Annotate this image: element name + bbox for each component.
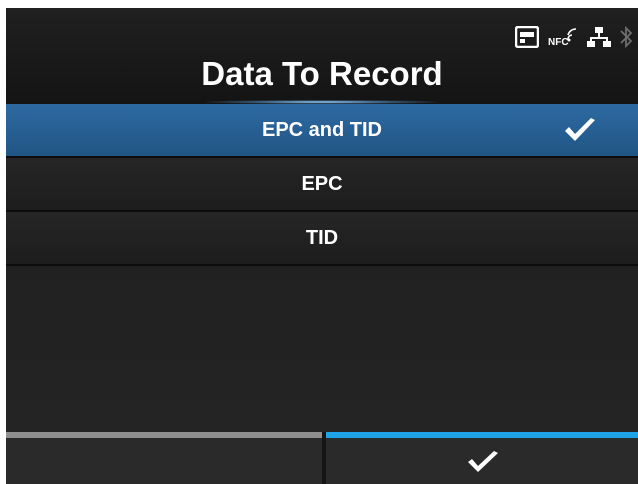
header: NFC Data To Record — [6, 8, 638, 104]
sd-card-icon — [515, 26, 539, 48]
bluetooth-icon — [620, 25, 632, 49]
option-list: EPC and TID EPC TID — [6, 104, 638, 432]
printer-screen: NFC Data To Record EPC and TID EPC TID — [6, 8, 638, 484]
check-icon — [468, 451, 498, 472]
page-title: Data To Record — [201, 55, 443, 92]
option-tid[interactable]: TID — [6, 212, 638, 266]
option-label: EPC — [301, 173, 343, 195]
option-label: EPC and TID — [261, 119, 382, 141]
nfc-icon: NFC — [548, 27, 578, 47]
option-label: TID — [305, 227, 339, 249]
option-epc[interactable]: EPC — [6, 158, 638, 212]
confirm-button[interactable] — [326, 432, 638, 484]
check-icon — [565, 118, 595, 141]
footer-left-button[interactable] — [6, 432, 322, 484]
nfc-label: NFC — [548, 37, 569, 47]
status-bar: NFC — [515, 24, 632, 50]
option-epc-and-tid[interactable]: EPC and TID — [6, 104, 638, 158]
network-icon — [587, 26, 611, 48]
